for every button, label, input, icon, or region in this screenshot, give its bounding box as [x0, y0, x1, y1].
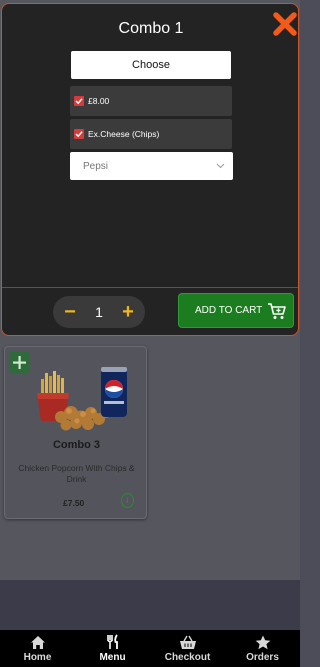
plus-icon — [13, 356, 26, 369]
checkmark-icon — [75, 98, 83, 105]
product-image — [37, 367, 127, 431]
home-icon — [30, 635, 45, 649]
add-to-cart-button[interactable]: ADD TO CART — [178, 293, 294, 328]
add-product-button[interactable] — [9, 352, 30, 373]
option-row-extra-cheese[interactable]: Ex.Cheese (Chips) — [70, 119, 232, 149]
option-checkbox[interactable] — [74, 96, 84, 106]
nav-label: Home — [23, 652, 52, 663]
nav-label: Menu — [99, 652, 126, 663]
product-name: Combo 3 — [52, 439, 101, 451]
cart-plus-icon — [268, 303, 286, 319]
close-icon — [273, 12, 297, 36]
quantity-value: 1 — [95, 304, 103, 320]
info-icon[interactable]: i — [121, 493, 134, 508]
combo-options-modal: Combo 1 Choose £8.00 Ex.Cheese (Chips) P… — [1, 3, 299, 336]
nav-item-home[interactable]: Home — [0, 630, 75, 667]
option-label: Ex.Cheese (Chips) — [88, 129, 160, 139]
nav-label: Checkout — [164, 652, 211, 663]
cutlery-icon — [106, 634, 118, 649]
product-card-combo-3[interactable]: Combo 3 Chicken Popcorn With Chips & Dri… — [4, 346, 147, 519]
option-row-price[interactable]: £8.00 — [70, 86, 232, 116]
checkmark-icon — [75, 131, 83, 138]
bottom-navigation: Home Menu Checkout Orders — [0, 630, 300, 667]
nav-item-checkout[interactable]: Checkout — [150, 630, 225, 667]
nav-label: Orders — [246, 652, 279, 663]
chevron-down-icon — [216, 163, 225, 169]
increase-quantity-button[interactable]: + — [120, 302, 136, 322]
nav-item-orders[interactable]: Orders — [225, 630, 300, 667]
quantity-stepper: − 1 + — [53, 296, 145, 328]
nav-item-menu[interactable]: Menu — [75, 630, 150, 667]
close-button[interactable] — [272, 11, 298, 37]
decrease-quantity-button[interactable]: − — [62, 302, 78, 322]
drink-select-value: Pepsi — [83, 160, 109, 172]
footer-divider — [2, 287, 298, 288]
basket-icon — [179, 635, 196, 649]
page-bottom-strip — [0, 580, 300, 630]
product-description: Chicken Popcorn With Chips & Drink — [18, 463, 135, 484]
drink-select[interactable]: Pepsi — [70, 152, 233, 180]
modal-title: Combo 1 — [118, 20, 184, 37]
star-icon — [255, 635, 270, 649]
product-price: £7.50 — [63, 498, 85, 508]
choose-button[interactable]: Choose — [71, 51, 231, 79]
option-label: £8.00 — [88, 96, 110, 106]
option-checkbox[interactable] — [74, 129, 84, 139]
add-to-cart-label: ADD TO CART — [195, 305, 263, 316]
